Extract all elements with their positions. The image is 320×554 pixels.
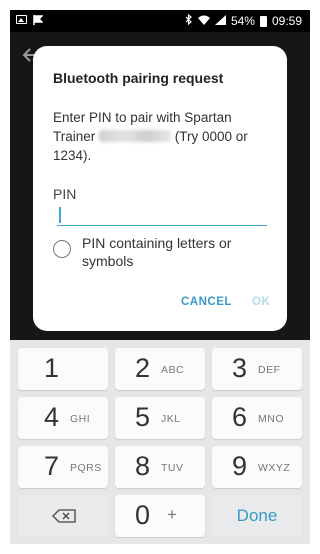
gallery-icon — [16, 14, 27, 24]
key-1[interactable]: 1 — [18, 348, 108, 390]
key-9-letters: WXYZ — [258, 462, 291, 474]
pin-label: PIN — [53, 186, 77, 202]
key-5-digit: 5 — [135, 402, 151, 432]
key-4[interactable]: 4 GHI — [18, 397, 108, 439]
key-4-letters: GHI — [70, 413, 91, 425]
cancel-button[interactable]: CANCEL — [181, 296, 232, 308]
dialog-title: Bluetooth pairing request — [53, 70, 224, 86]
phone-screen: 54% 09:59 Bluetooth pairing request Ente… — [10, 10, 310, 544]
signal-icon — [214, 14, 226, 28]
clock: 09:59 — [271, 14, 302, 28]
key-7-letters: PQRS — [70, 462, 102, 474]
backspace-icon — [52, 509, 76, 523]
letters-symbols-checkbox[interactable] — [53, 240, 71, 258]
key-9-digit: 9 — [232, 451, 248, 481]
ok-button[interactable]: OK — [252, 296, 270, 308]
dialog-message: Enter PIN to pair with Spartan Trainer (… — [53, 108, 275, 165]
bluetooth-pairing-dialog: Bluetooth pairing request Enter PIN to p… — [33, 46, 287, 331]
key-6[interactable]: 6 MNO — [212, 397, 302, 439]
key-2[interactable]: 2 ABC — [115, 348, 205, 390]
key-3-letters: DEF — [258, 364, 281, 376]
done-key[interactable]: Done — [212, 495, 302, 537]
numeric-keypad: 1 2 ABC 3 DEF 4 GHI 5 JKL 6 MNO 7 PQRS 8 — [10, 340, 310, 544]
key-8-digit: 8 — [135, 451, 151, 481]
key-7[interactable]: 7 PQRS — [18, 446, 108, 488]
key-0-digit: 0 — [135, 500, 151, 530]
bluetooth-icon — [185, 13, 193, 28]
key-2-digit: 2 — [135, 353, 151, 383]
key-5[interactable]: 5 JKL — [115, 397, 205, 439]
letters-symbols-label: PIN containing letters or symbols — [82, 235, 232, 269]
flag-icon — [33, 14, 44, 25]
battery-icon — [259, 15, 267, 27]
key-0-plus: + — [167, 505, 177, 524]
wifi-icon — [197, 14, 210, 28]
key-2-letters: ABC — [161, 364, 185, 376]
key-4-digit: 4 — [44, 402, 60, 432]
backspace-key[interactable] — [18, 495, 108, 537]
key-9[interactable]: 9 WXYZ — [212, 446, 302, 488]
key-3[interactable]: 3 DEF — [212, 348, 302, 390]
key-7-digit: 7 — [44, 451, 60, 481]
key-8-letters: TUV — [161, 462, 184, 474]
text-cursor — [59, 207, 61, 223]
redacted-device-id — [99, 130, 172, 142]
battery-percentage: 54% — [230, 14, 255, 28]
done-label: Done — [236, 506, 278, 525]
key-6-digit: 6 — [232, 402, 248, 432]
key-3-digit: 3 — [232, 353, 248, 383]
status-bar: 54% 09:59 — [10, 10, 310, 32]
key-0[interactable]: 0 + — [115, 495, 205, 537]
key-8[interactable]: 8 TUV — [115, 446, 205, 488]
key-1-digit: 1 — [44, 353, 60, 383]
key-6-letters: MNO — [258, 413, 284, 425]
pin-input[interactable] — [57, 202, 267, 226]
key-5-letters: JKL — [161, 413, 181, 425]
